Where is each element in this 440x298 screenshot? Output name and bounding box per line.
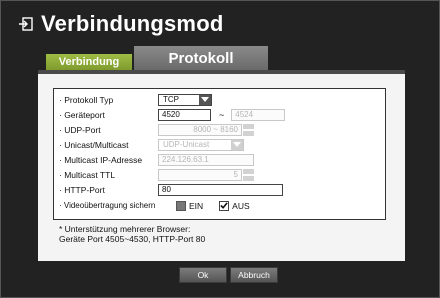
video-secure-label: · Videoübertragung sichern — [59, 201, 156, 210]
device-port-from-input[interactable]: 4520 — [158, 108, 211, 121]
udp-port-label: · UDP-Port — [59, 124, 101, 135]
port-range-separator: ~ — [219, 109, 225, 120]
unicast-multicast-value: UDP-Unicast — [163, 140, 210, 149]
row-udp-port: · UDP-Port 8000 ~ 8160 — [54, 123, 385, 136]
row-device-port: · Geräteport 4520 ~ 4524 — [54, 108, 385, 121]
multicast-ip-label: · Multicast IP-Adresse — [59, 154, 143, 165]
http-port-input[interactable]: 80 — [158, 183, 283, 196]
device-port-to-input: 4524 — [231, 108, 286, 121]
dialog-window: Verbindungsmod Verbindung Protokoll · Pr… — [0, 0, 440, 298]
row-multicast-ip: · Multicast IP-Adresse 224.126.63.1 — [54, 153, 385, 166]
dropdown-arrow-icon — [231, 139, 243, 150]
settings-panel: · Protokoll Typ TCP · Geräteport 4520 ~ … — [38, 74, 405, 261]
protocol-type-label: · Protokoll Typ — [59, 94, 114, 105]
unicast-multicast-label: · Unicast/Multicast — [59, 139, 129, 150]
row-video-secure: · Videoübertragung sichern EIN AUS — [54, 199, 385, 212]
exit-arrow-icon[interactable] — [11, 9, 41, 39]
tab-verbindung[interactable]: Verbindung — [46, 54, 132, 70]
protocol-type-select[interactable]: TCP — [158, 93, 212, 106]
multicast-ip-input: 224.126.63.1 — [158, 153, 254, 166]
dropdown-arrow-icon[interactable] — [199, 94, 211, 105]
video-secure-off-checkbox[interactable] — [219, 200, 230, 211]
title-bar: Verbindungsmod — [11, 6, 431, 42]
unicast-multicast-select: UDP-Unicast — [158, 138, 244, 151]
multicast-ttl-label: · Multicast TTL — [59, 169, 116, 180]
cancel-button[interactable]: Abbruch — [230, 267, 278, 283]
http-port-label: · HTTP-Port — [59, 184, 105, 195]
device-port-label: · Geräteport — [59, 109, 105, 120]
browser-note: * Unterstützung mehrerer Browser: Geräte… — [59, 224, 205, 244]
udp-port-input: 8000 ~ 8160 — [158, 123, 242, 136]
button-bar: Ok Abbruch — [1, 267, 440, 283]
note-line-2: Geräte Port 4505~4530, HTTP-Port 80 — [59, 234, 206, 244]
multicast-ttl-stepper — [243, 168, 254, 181]
ok-button[interactable]: Ok — [179, 267, 227, 283]
note-line-1: * Unterstützung mehrerer Browser: — [59, 224, 191, 234]
multicast-ttl-input: 5 — [158, 168, 242, 181]
protocol-form: · Protokoll Typ TCP · Geräteport 4520 ~ … — [53, 88, 386, 220]
video-secure-off-label: AUS — [232, 200, 250, 211]
video-secure-on-label: EIN — [189, 200, 204, 211]
row-http-port: · HTTP-Port 80 — [54, 183, 385, 196]
row-multicast-ttl: · Multicast TTL 5 — [54, 168, 385, 181]
dialog-title: Verbindungsmod — [41, 11, 224, 36]
udp-port-stepper — [243, 123, 254, 136]
tab-protokoll[interactable]: Protokoll — [134, 46, 268, 70]
video-secure-on-checkbox[interactable] — [176, 200, 186, 211]
row-protocol-type: · Protokoll Typ TCP — [54, 93, 385, 106]
checkmark-icon — [220, 202, 228, 209]
row-unicast-multicast: · Unicast/Multicast UDP-Unicast — [54, 138, 385, 151]
protocol-type-value: TCP — [163, 95, 179, 104]
